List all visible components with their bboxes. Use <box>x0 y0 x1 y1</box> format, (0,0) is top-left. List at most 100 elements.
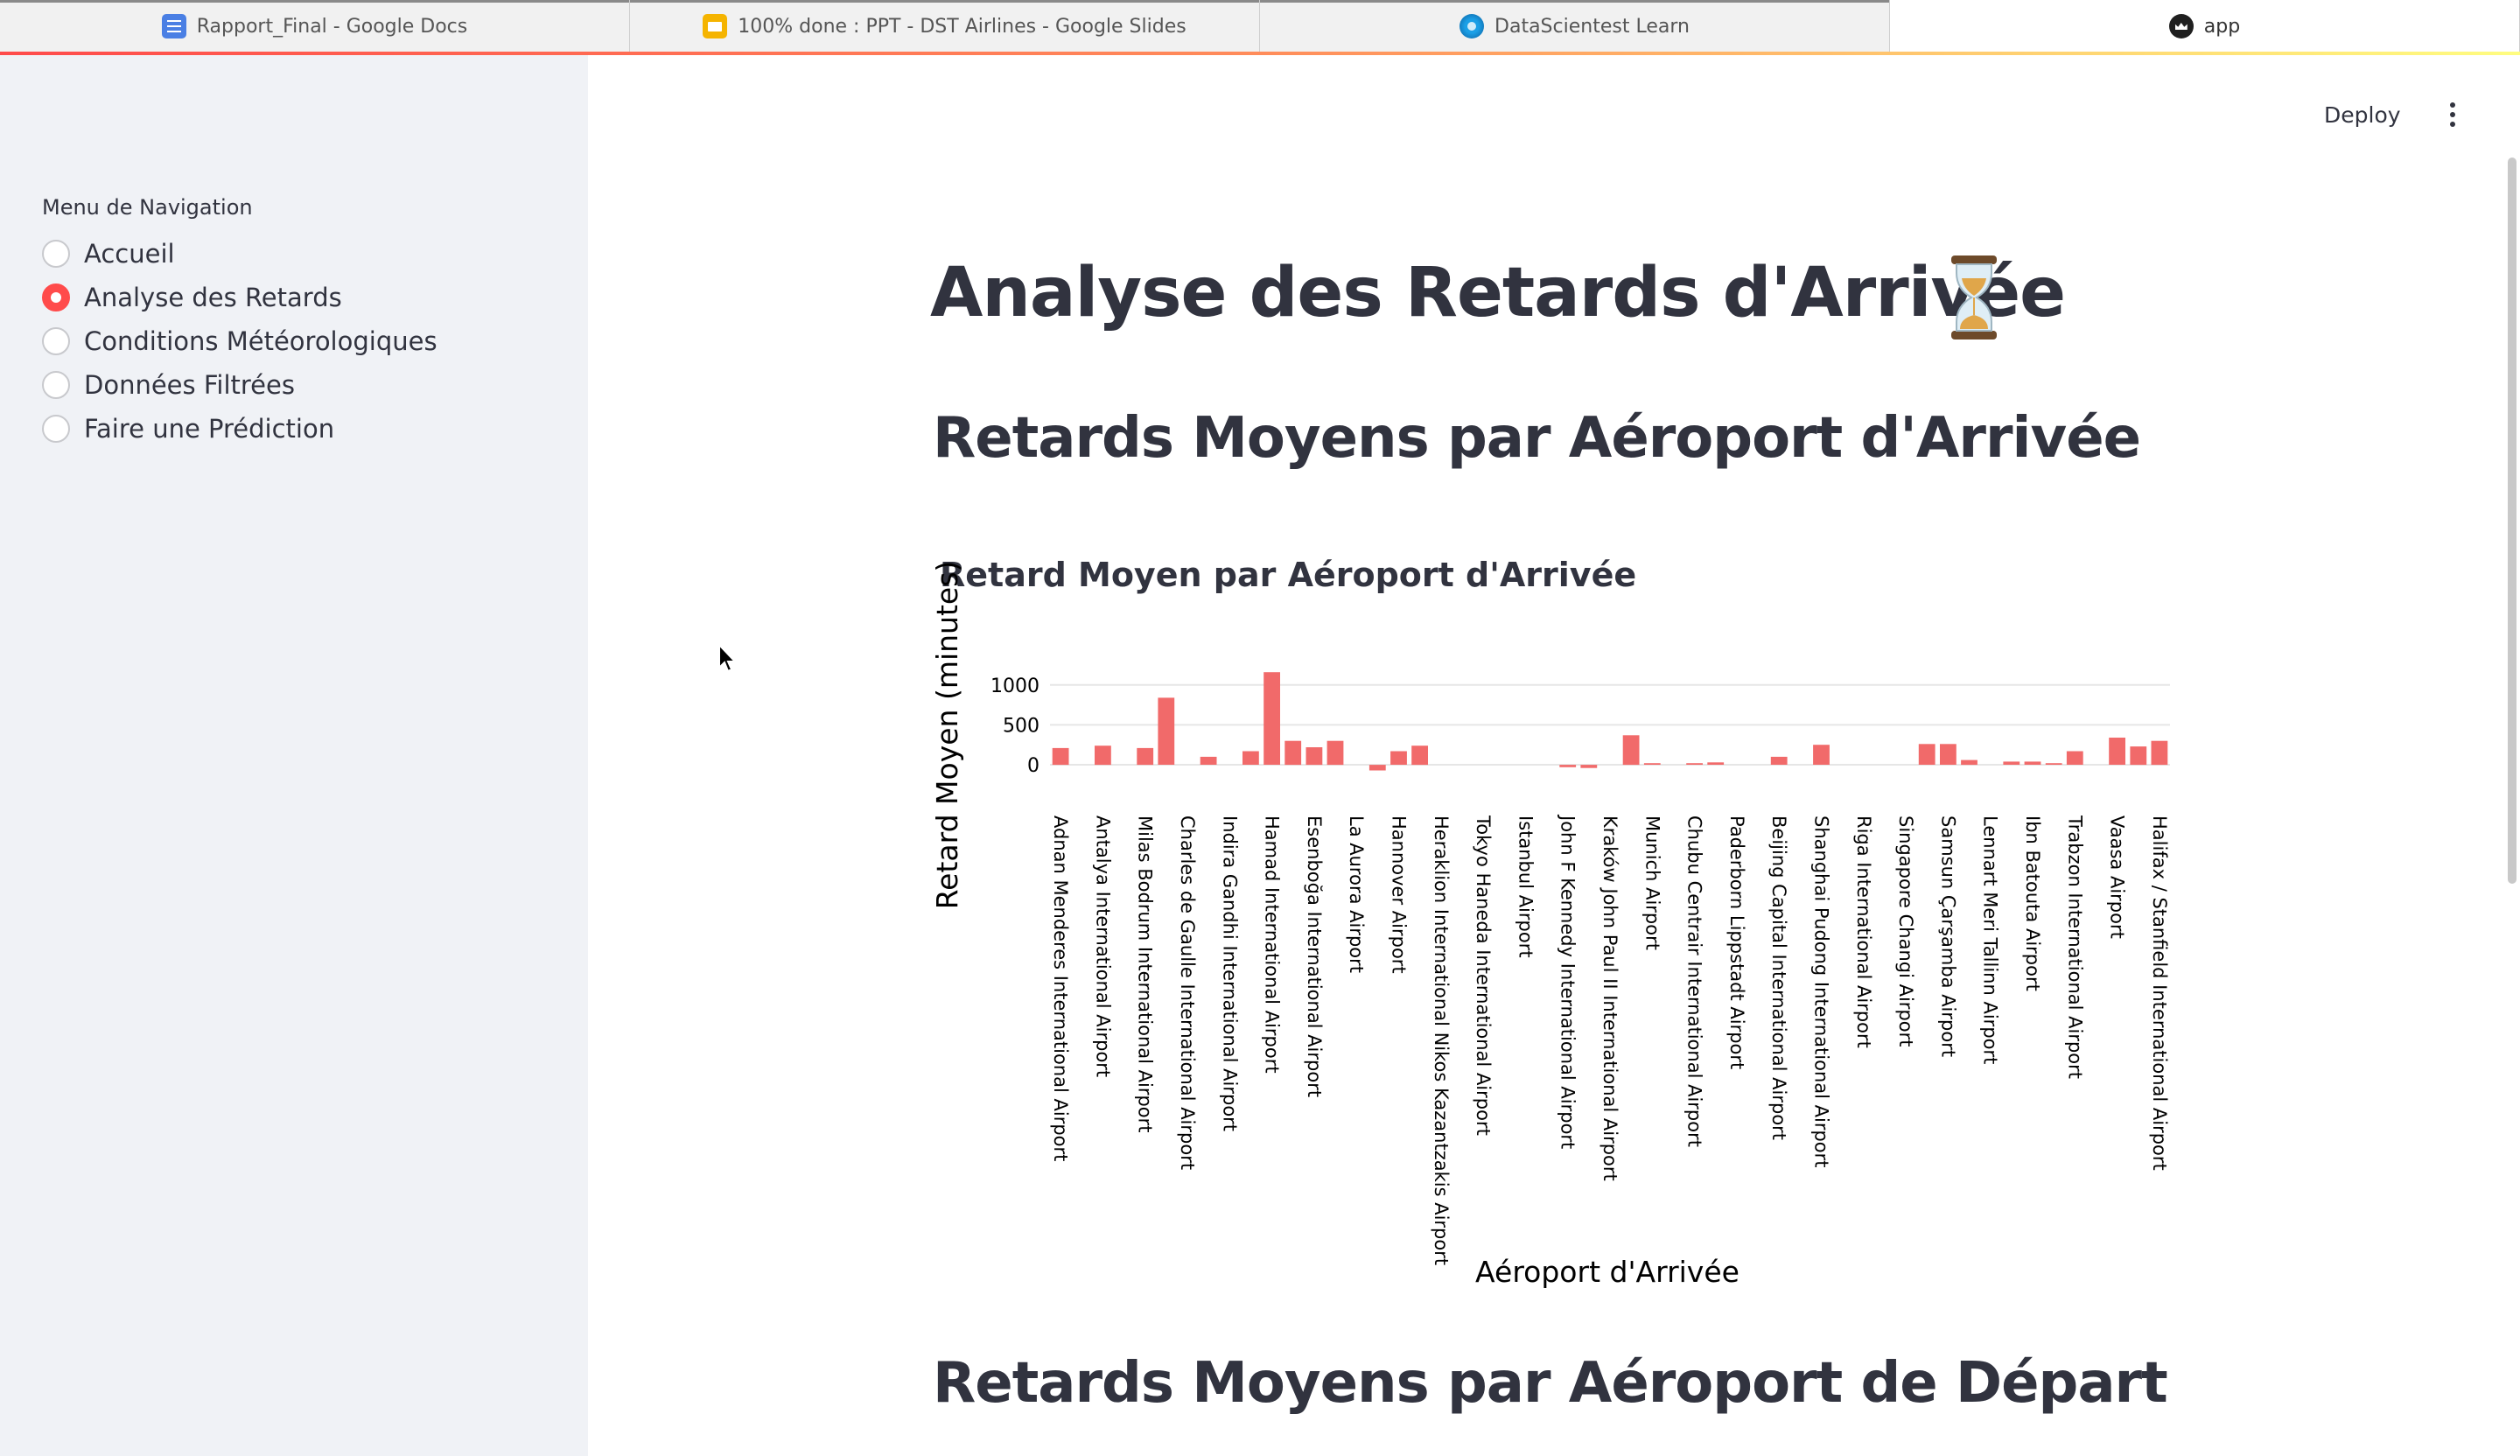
bar[interactable] <box>1326 740 1344 766</box>
bar[interactable] <box>1264 672 1280 765</box>
radio-button[interactable] <box>42 327 70 355</box>
x-tick-label: Hamad International Airport <box>1262 816 1283 1074</box>
x-tick-label: Singapore Changi Airport <box>1895 816 1916 1047</box>
kebab-menu-icon[interactable] <box>2438 98 2468 131</box>
browser-tab-strip: Rapport_Final - Google Docs 100% done : … <box>0 0 2520 52</box>
x-tick-label: Beijing Capital International Airport <box>1768 816 1789 1140</box>
bar[interactable] <box>2109 738 2125 765</box>
tab-label: 100% done : PPT - DST Airlines - Google … <box>738 15 1186 38</box>
nav-item-label: Faire une Prédiction <box>84 414 335 444</box>
y-tick-label: 1000 <box>990 676 1040 697</box>
nav-item-donnees-filtrees[interactable]: Données Filtrées <box>42 363 438 407</box>
x-tick-label: Ibn Batouta Airport <box>2022 816 2043 991</box>
x-tick-label: Antalya International Airport <box>1092 816 1113 1077</box>
bar[interactable] <box>1940 744 1956 765</box>
x-tick-label: Tokyo Haneda International Airport <box>1473 815 1494 1136</box>
x-tick-label: Paderborn Lippstadt Airport <box>1726 816 1747 1069</box>
nav-radio-group: Accueil Analyse des Retards Conditions M… <box>42 232 438 451</box>
nav-item-label: Accueil <box>84 239 175 269</box>
y-axis-label: Retard Moyen (minutes) <box>930 561 964 910</box>
x-tick-label: La Aurora Airport <box>1346 816 1367 973</box>
radio-button-selected[interactable] <box>42 284 70 312</box>
bar[interactable] <box>1559 765 1577 767</box>
x-tick-label: Hannover Airport <box>1389 816 1410 974</box>
nav-item-label: Conditions Météorologiques <box>84 326 438 356</box>
bar[interactable] <box>2003 761 2020 765</box>
bar[interactable] <box>1158 697 1175 765</box>
bar[interactable] <box>1368 765 1386 771</box>
bar[interactable] <box>1643 763 1661 765</box>
bar[interactable] <box>1961 760 1978 766</box>
scrollbar[interactable] <box>2508 158 2516 884</box>
bar[interactable] <box>1411 746 1428 766</box>
mouse-cursor-icon <box>718 642 738 676</box>
x-tick-label: Trabzon International Airport <box>2064 815 2085 1079</box>
bar[interactable] <box>2024 761 2041 765</box>
bar[interactable] <box>1686 763 1703 765</box>
bar[interactable] <box>1284 740 1302 766</box>
bar[interactable] <box>2045 763 2062 765</box>
bar[interactable] <box>2130 746 2147 766</box>
x-tick-label: Samsun Çarşamba Airport <box>1937 816 1958 1057</box>
section-heading-departure: Retards Moyens par Aéroport de Départ <box>933 1351 2168 1416</box>
section-heading-arrival: Retards Moyens par Aéroport d'Arrivée <box>933 406 2141 471</box>
bar[interactable] <box>1306 747 1323 766</box>
tab-google-slides[interactable]: 100% done : PPT - DST Airlines - Google … <box>630 0 1260 52</box>
deploy-button[interactable]: Deploy <box>2310 93 2415 136</box>
google-docs-icon <box>161 14 186 38</box>
bar[interactable] <box>1707 762 1725 765</box>
radio-button[interactable] <box>42 415 70 443</box>
bar[interactable] <box>1580 765 1598 768</box>
nav-item-analyse-des-retards[interactable]: Analyse des Retards <box>42 276 438 319</box>
x-tick-label: Indira Gandhi International Airport <box>1219 816 1240 1131</box>
bar[interactable] <box>1918 744 1936 765</box>
page-title: Analyse des Retards d'Arrivée <box>930 254 2066 332</box>
tab-label: Rapport_Final - Google Docs <box>196 15 468 38</box>
nav-item-label: Analyse des Retards <box>84 283 342 312</box>
bar[interactable] <box>1622 735 1640 766</box>
x-tick-label: Shanghai Pudong International Airport <box>1811 816 1832 1168</box>
bar[interactable] <box>1095 746 1111 766</box>
x-tick-label: John F Kennedy International Airport <box>1558 814 1578 1149</box>
bar[interactable] <box>1242 751 1259 766</box>
x-tick-label: Halifax / Stanfield International Airpor… <box>2149 816 2170 1171</box>
tab-app[interactable]: app <box>1890 0 2520 52</box>
bar[interactable] <box>2151 740 2168 766</box>
bar[interactable] <box>1390 751 1407 766</box>
y-tick-label: 0 <box>1027 755 1040 777</box>
x-axis-label: Aéroport d'Arrivée <box>1475 1255 1740 1289</box>
x-tick-label: Kraków John Paul II International Airpor… <box>1600 816 1620 1181</box>
tab-google-docs[interactable]: Rapport_Final - Google Docs <box>0 0 630 52</box>
nav-item-accueil[interactable]: Accueil <box>42 232 438 276</box>
bar[interactable] <box>2066 751 2083 766</box>
bar[interactable] <box>1770 756 1788 765</box>
radio-button[interactable] <box>42 240 70 268</box>
tab-datascientest[interactable]: DataScientest Learn <box>1260 0 1890 52</box>
x-tick-label: Charles de Gaulle International Airport <box>1177 816 1198 1170</box>
bar[interactable] <box>1052 747 1069 766</box>
x-tick-label: Milas Bodrum International Airport <box>1135 816 1156 1133</box>
sidebar: Menu de Navigation Accueil Analyse des R… <box>0 55 588 1456</box>
bar[interactable] <box>1813 745 1830 765</box>
bar[interactable] <box>1200 756 1217 765</box>
nav-item-label: Données Filtrées <box>84 370 295 400</box>
y-tick-label: 500 <box>1003 715 1040 737</box>
arrival-delay-chart: Retard Moyen par Aéroport d'Arrivée Reta… <box>928 542 2188 1312</box>
nav-item-faire-une-prediction[interactable]: Faire une Prédiction <box>42 407 438 451</box>
radio-button[interactable] <box>42 371 70 399</box>
nav-title: Menu de Navigation <box>42 195 253 220</box>
tab-label: DataScientest Learn <box>1494 15 1690 38</box>
chart-title: Retard Moyen par Aéroport d'Arrivée <box>940 556 1636 594</box>
x-tick-label: Lennart Meri Tallinn Airport <box>1980 816 2001 1064</box>
hourglass-icon <box>1950 254 1998 345</box>
x-tick-label: Vaasa Airport <box>2107 816 2128 939</box>
x-tick-label: Istanbul Airport <box>1515 816 1536 958</box>
x-tick-label: Riga International Airport <box>1853 816 1874 1048</box>
streamlit-icon <box>2168 14 2194 38</box>
nav-item-conditions-meteorologiques[interactable]: Conditions Météorologiques <box>42 319 438 363</box>
x-tick-label: Munich Airport <box>1642 816 1662 950</box>
x-tick-label: Chubu Centrair International Airport <box>1684 816 1705 1147</box>
google-slides-icon <box>703 14 728 38</box>
bar[interactable] <box>1137 747 1154 766</box>
datascientest-icon <box>1460 14 1485 38</box>
